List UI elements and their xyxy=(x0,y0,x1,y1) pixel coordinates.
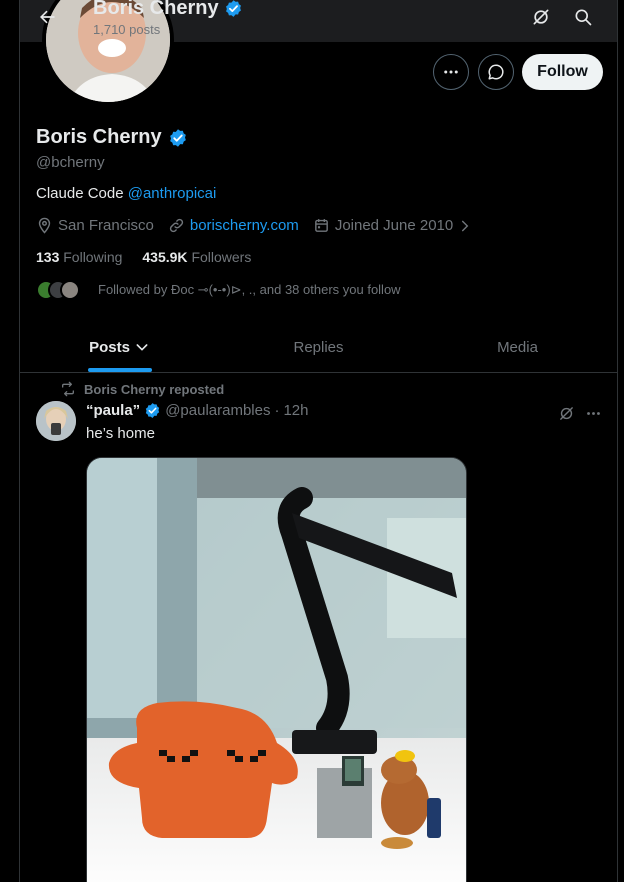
grok-icon xyxy=(533,9,549,25)
message-button[interactable] xyxy=(478,54,514,90)
repost-icon xyxy=(62,381,74,397)
verified-badge-icon[interactable] xyxy=(168,128,188,148)
follower-avatar xyxy=(60,280,80,300)
joined-item[interactable]: Joined June 2010 xyxy=(313,217,472,234)
repost-indicator: Boris Cherny reposted xyxy=(60,381,224,397)
followers-label: Followers xyxy=(191,249,252,265)
tab-posts-label: Posts xyxy=(89,338,130,356)
verified-badge-icon xyxy=(146,403,160,418)
bio-text: Claude Code xyxy=(36,185,128,202)
chevron-right-icon xyxy=(462,220,469,231)
profile-bio: Claude Code @anthropicai xyxy=(36,185,216,202)
post-text: he’s home xyxy=(86,425,155,442)
more-dots-icon xyxy=(586,411,600,415)
location-text: San Francisco xyxy=(58,217,154,234)
following-label: Following xyxy=(63,249,123,265)
followed-by-avatars xyxy=(36,280,80,300)
back-button[interactable] xyxy=(32,2,62,32)
header-posts-count: 1,710 posts xyxy=(93,22,161,37)
header-title: Boris Cherny xyxy=(93,0,243,20)
followed-by-row[interactable]: Followed by Đoc ⊸(•-•)⊳, ., and 38 other… xyxy=(36,280,401,300)
following-link[interactable]: 133 Following xyxy=(36,249,122,265)
post-separator: · xyxy=(274,402,280,419)
post-media-image[interactable] xyxy=(86,457,467,882)
post-photo xyxy=(87,458,466,882)
post-more-button[interactable] xyxy=(582,402,604,424)
grok-icon xyxy=(559,406,573,420)
search-button[interactable] xyxy=(570,4,596,30)
repost-label[interactable]: Boris Cherny reposted xyxy=(84,382,224,397)
website-link[interactable]: borischerny.com xyxy=(190,217,299,234)
followers-link[interactable]: 435.9K Followers xyxy=(142,249,251,265)
author-avatar-photo xyxy=(36,401,76,441)
bio-mention-link[interactable]: @anthropicai xyxy=(128,185,217,202)
post-grok-button[interactable] xyxy=(555,402,577,424)
profile-name: Boris Cherny xyxy=(36,126,162,148)
profile-tabs: Posts Replies Media xyxy=(20,322,617,373)
website-item[interactable]: borischerny.com xyxy=(168,217,299,234)
followers-count: 435.9K xyxy=(142,249,188,265)
follow-stats: 133 Following 435.9K Followers xyxy=(36,249,251,265)
post-time[interactable]: 12h xyxy=(283,402,308,419)
more-dots-icon xyxy=(444,70,458,74)
search-icon xyxy=(575,9,592,26)
top-bar: Boris Cherny 1,710 posts xyxy=(20,0,617,42)
followed-by-text: Followed by Đoc ⊸(•-•)⊳, ., and 38 other… xyxy=(98,282,401,297)
profile-handle: @bcherny xyxy=(36,154,105,171)
following-count: 133 xyxy=(36,249,60,265)
more-options-button[interactable] xyxy=(433,54,469,90)
tab-media-label: Media xyxy=(497,338,538,356)
calendar-icon xyxy=(314,219,328,232)
grok-button[interactable] xyxy=(528,4,554,30)
tab-media[interactable]: Media xyxy=(418,322,617,372)
location-item: San Francisco xyxy=(36,217,154,234)
location-pin-icon xyxy=(38,217,51,234)
follow-button[interactable]: Follow xyxy=(522,54,603,90)
link-icon xyxy=(169,218,183,233)
chevron-down-icon xyxy=(136,344,148,351)
tab-replies[interactable]: Replies xyxy=(219,322,418,372)
tab-posts[interactable]: Posts xyxy=(20,322,219,372)
message-bubble-icon xyxy=(488,64,504,80)
profile-name-row: Boris Cherny xyxy=(36,126,188,149)
verified-badge-icon xyxy=(225,0,241,17)
post-author-handle[interactable]: @paularambles xyxy=(165,402,270,419)
post-header: “paula” @paularambles · 12h xyxy=(86,402,309,419)
post-author-avatar[interactable] xyxy=(36,401,76,441)
profile-column: Boris Cherny 1,710 posts Follow Boris Ch… xyxy=(19,0,618,882)
tab-replies-label: Replies xyxy=(293,338,344,356)
post-author-name[interactable]: “paula” xyxy=(86,402,140,419)
profile-meta: San Francisco borischerny.com Joined Jun… xyxy=(36,217,486,234)
arrow-left-icon xyxy=(40,10,55,24)
header-name: Boris Cherny xyxy=(93,0,219,19)
joined-text: Joined June 2010 xyxy=(334,217,454,234)
